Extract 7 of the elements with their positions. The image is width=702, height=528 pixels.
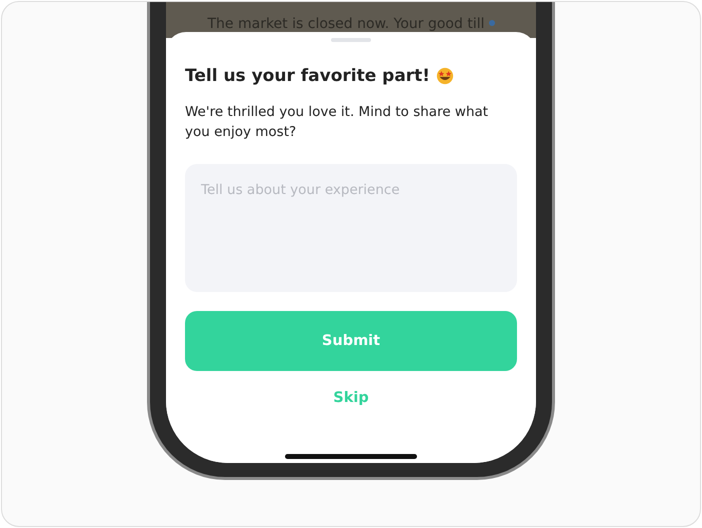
status-dot-icon	[488, 20, 494, 26]
sheet-title: Tell us your favorite part!	[185, 66, 430, 86]
star-struck-emoji-icon	[436, 67, 454, 85]
sheet-message: We're thrilled you love it. Mind to share what you enjoy most?	[185, 103, 490, 142]
feedback-field[interactable]: Tell us about your experience	[185, 164, 517, 292]
submit-button[interactable]: Submit	[185, 311, 517, 371]
skip-link[interactable]: Skip	[333, 390, 369, 406]
